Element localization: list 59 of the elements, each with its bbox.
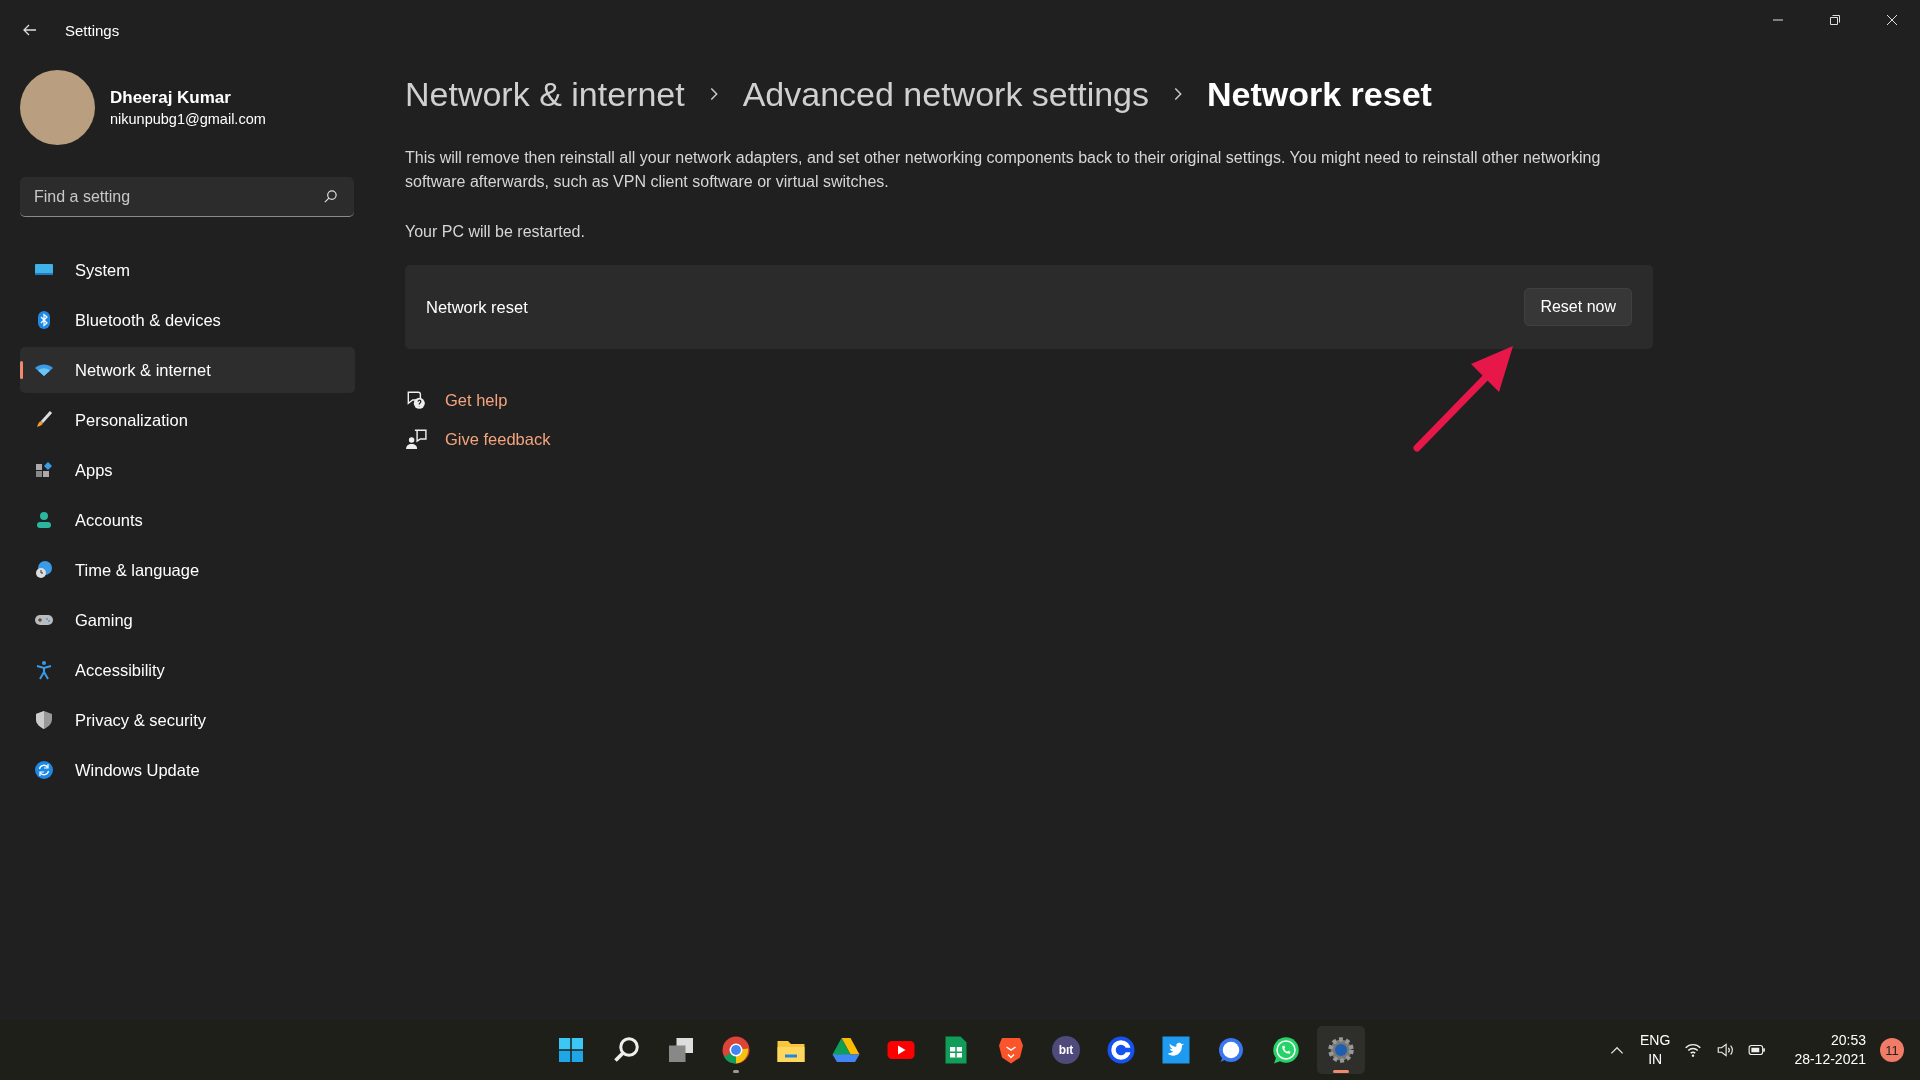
nav-item[interactable]: Windows Update (20, 747, 355, 793)
refresh-icon[interactable] (34, 760, 54, 780)
window-title: Settings (65, 21, 120, 39)
shield-icon[interactable] (34, 710, 54, 730)
page-title: Network reset (1207, 74, 1432, 114)
feedback-link[interactable]: Give feedback (445, 429, 551, 449)
nav-item[interactable]: Apps (20, 447, 355, 493)
paintbrush-icon[interactable] (34, 410, 54, 430)
gear-icon[interactable] (1326, 1035, 1356, 1065)
browser-icon[interactable] (721, 1035, 751, 1065)
search-field[interactable]: Find a setting (20, 177, 354, 217)
help-chat-icon[interactable] (405, 389, 427, 411)
feedback-icon[interactable] (405, 428, 427, 450)
windows-logo-icon[interactable] (556, 1035, 586, 1065)
task-view-icon[interactable] (666, 1035, 696, 1065)
nav-item[interactable]: Privacy & security (20, 697, 355, 743)
nav-item[interactable]: Network & internet (20, 347, 355, 393)
nav-item[interactable]: System (20, 247, 355, 293)
ring-logo-icon[interactable] (1106, 1035, 1136, 1065)
user-name: Dheeraj Kumar (110, 88, 232, 108)
active-app-indicator (1333, 1070, 1349, 1073)
help-link[interactable]: Get help (445, 390, 508, 410)
running-app-indicator (733, 1070, 739, 1073)
phone-chat-icon[interactable] (1271, 1035, 1301, 1065)
person-icon[interactable] (34, 510, 54, 530)
apps-icon[interactable] (34, 460, 54, 480)
bird-logo-icon[interactable] (1161, 1035, 1191, 1065)
triangle-logo-icon[interactable] (831, 1035, 861, 1065)
wifi-icon[interactable] (1684, 1041, 1703, 1059)
nav-item[interactable]: Gaming (20, 597, 355, 643)
nav-item[interactable]: Personalization (20, 397, 355, 443)
restart-note: Your PC will be restarted. (405, 223, 586, 241)
breadcrumb-link[interactable]: Advanced network settings (742, 74, 1149, 114)
close-icon[interactable] (1886, 14, 1898, 26)
nav-item[interactable]: Accessibility (20, 647, 355, 693)
clock-date[interactable]: 28-12-2021 (1794, 1050, 1866, 1069)
card-label: Network reset (426, 297, 528, 317)
description-text: This will remove then reinstall all your network adapters, and set other networking components back to their original settings. You might need to reinstall other networking software afterwards, such as VPN client software or virtual switches. (405, 148, 1602, 192)
chat-bubble-icon[interactable] (1216, 1035, 1246, 1065)
breadcrumb-link[interactable]: Network & internet (405, 74, 685, 114)
nav-item[interactable]: Accounts (20, 497, 355, 543)
user-email: nikunpubg1@gmail.com (110, 111, 266, 127)
speaker-icon[interactable] (1716, 1041, 1735, 1059)
lion-logo-icon[interactable] (996, 1035, 1026, 1065)
language-label[interactable]: ENG (1640, 1031, 1671, 1050)
nav-item[interactable]: Time & language (20, 547, 355, 593)
selection-indicator (20, 361, 23, 379)
globe-clock-icon[interactable] (34, 560, 54, 580)
clock-time[interactable]: 20:53 (1830, 1031, 1866, 1050)
app-logo[interactable]: bıt (1052, 1036, 1080, 1064)
accessibility-icon[interactable] (34, 660, 54, 680)
nav-item[interactable]: Bluetooth & devices (20, 297, 355, 343)
notification-badge[interactable]: 11 (1880, 1038, 1904, 1062)
back-arrow-icon[interactable] (22, 22, 38, 38)
reset-now-button[interactable]: Reset now (1524, 288, 1632, 326)
search-icon[interactable] (323, 189, 338, 204)
restore-icon[interactable] (1829, 14, 1841, 26)
taskbar-button[interactable]: bıt (1042, 1026, 1090, 1074)
region-label[interactable]: IN (1648, 1050, 1663, 1069)
